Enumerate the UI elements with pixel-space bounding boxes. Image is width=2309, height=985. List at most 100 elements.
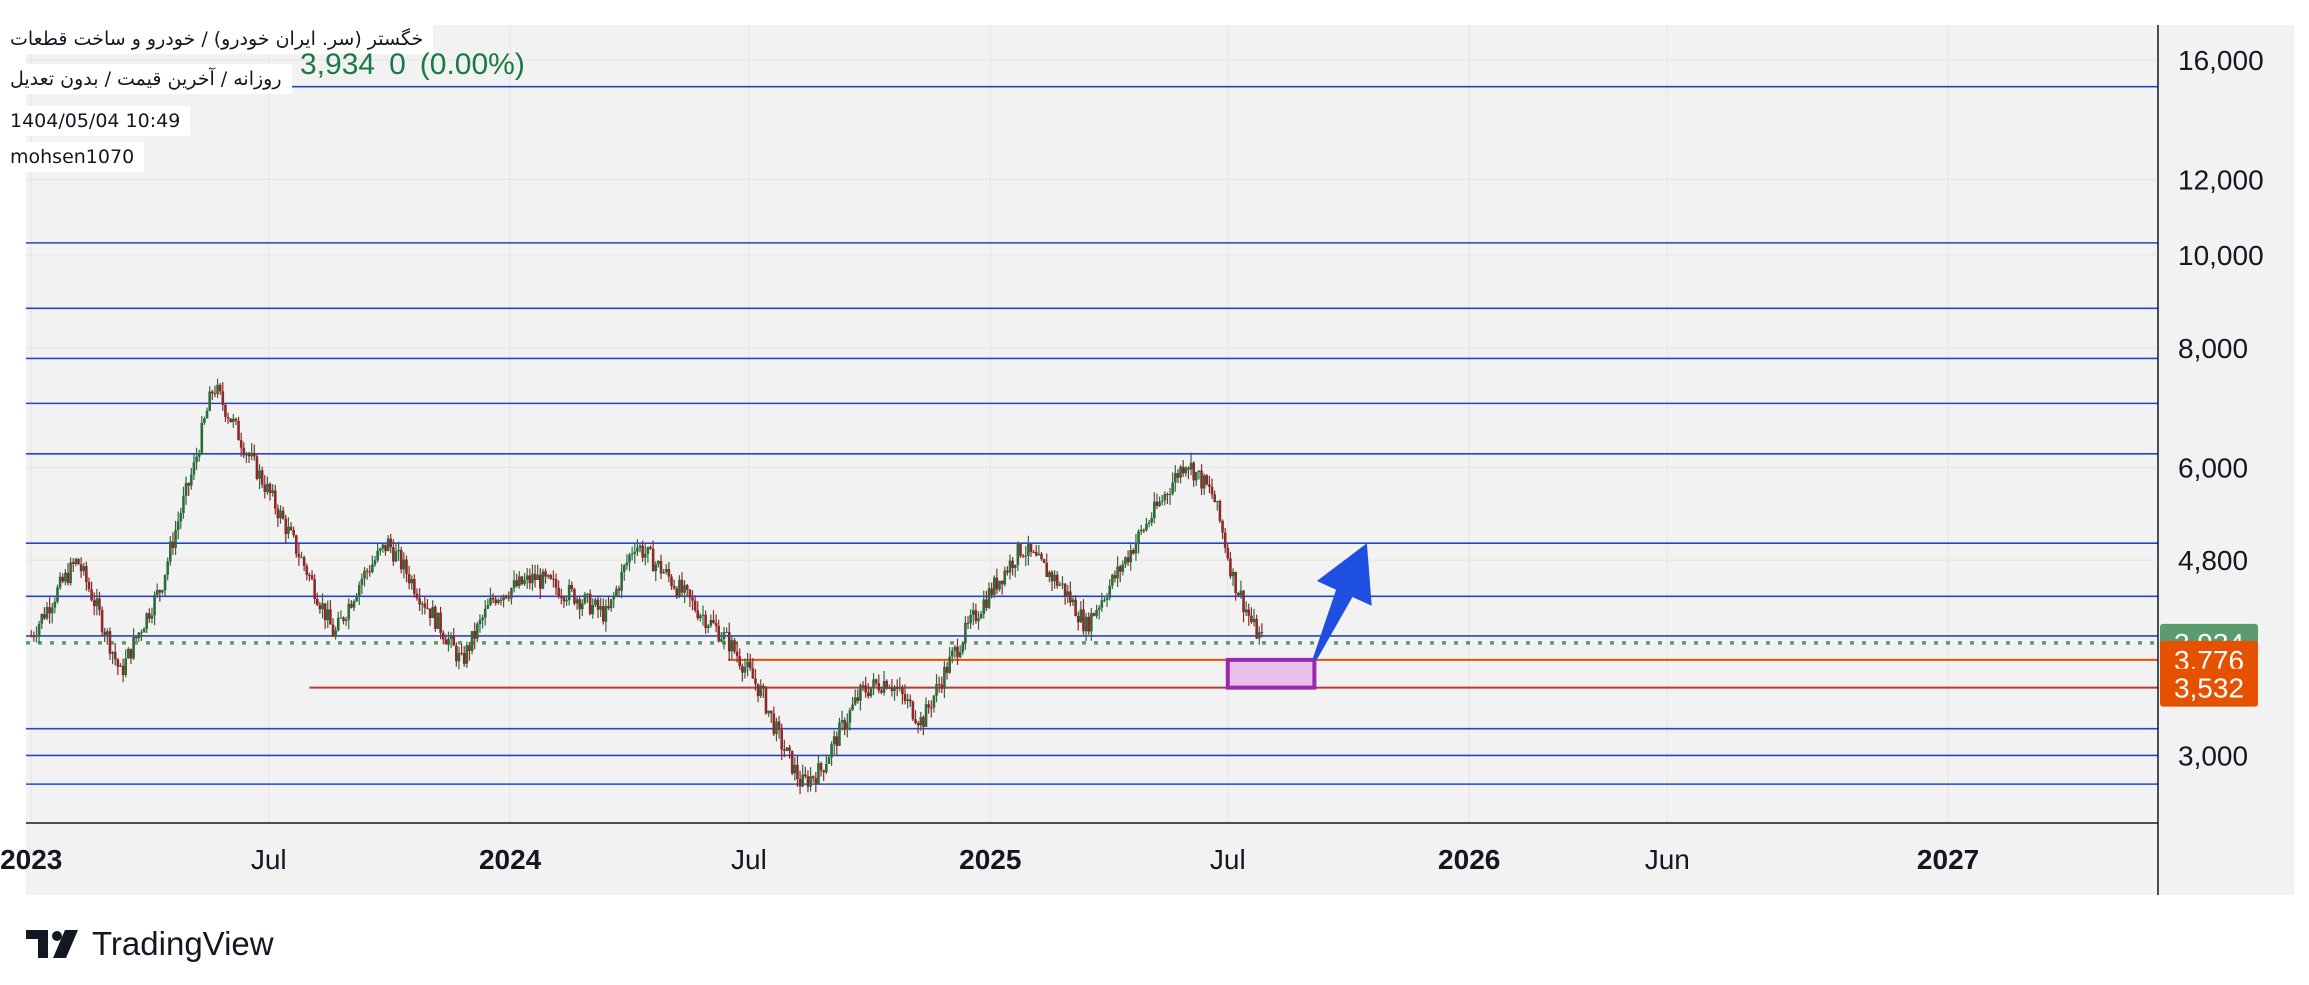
candle-body — [192, 462, 196, 475]
candle-body — [182, 496, 185, 513]
candle-body — [134, 637, 138, 639]
candle-body — [1006, 570, 1009, 573]
candle-body — [1155, 501, 1159, 506]
candle-body — [1158, 501, 1161, 506]
candle-body — [434, 606, 437, 629]
candle-body — [880, 690, 883, 693]
candle-body — [203, 418, 206, 423]
candle-body — [32, 636, 36, 638]
chart[interactable]: 16,000 12,000 10,000 8,000 6,000 4,800 3,000 2… — [0, 0, 2309, 985]
candle-body — [720, 639, 723, 642]
candle-body — [961, 643, 965, 652]
candle-body — [1008, 560, 1012, 573]
candle-body — [79, 564, 83, 572]
x-tick-label: 2026 — [1438, 844, 1500, 875]
candle-body — [741, 666, 744, 673]
candle-body — [208, 391, 211, 411]
candle-body — [903, 694, 907, 702]
candle-body — [1058, 584, 1062, 586]
candle-body — [1223, 532, 1227, 548]
y-tick-label: 4,800 — [2178, 545, 2248, 576]
candle-body — [1129, 549, 1133, 563]
candle-body — [1124, 557, 1127, 565]
candle-body — [664, 569, 668, 573]
candle-body — [103, 631, 107, 635]
candle-body — [861, 685, 865, 687]
candle-body — [252, 452, 256, 457]
candle-body — [1250, 615, 1253, 623]
candle-body — [604, 605, 608, 622]
candle-body — [706, 625, 710, 629]
candle-body — [638, 545, 642, 548]
candle-body — [1174, 473, 1177, 483]
candle-body — [365, 570, 369, 572]
candle-body — [819, 763, 823, 771]
candle-body — [1242, 590, 1245, 613]
candle-body — [1160, 500, 1164, 502]
candle-body — [678, 579, 681, 597]
candle-body — [397, 549, 400, 552]
candle-body — [780, 729, 784, 750]
candle-body — [1187, 467, 1190, 470]
candle-body — [974, 610, 978, 622]
candle-body — [1145, 523, 1148, 531]
candle-body — [872, 679, 875, 688]
candle-body — [392, 547, 395, 562]
candle-body — [578, 599, 581, 610]
candle-body — [594, 599, 597, 606]
candle-body — [651, 548, 655, 572]
candle-body — [727, 631, 731, 652]
candle-body — [725, 631, 728, 633]
brand[interactable]: TradingView — [26, 925, 274, 963]
candle-body — [596, 599, 600, 610]
plot-area[interactable] — [26, 25, 2294, 895]
candle-body — [287, 526, 290, 534]
candle-body — [1221, 520, 1224, 533]
candle-body — [567, 585, 571, 601]
candle-body — [654, 564, 658, 572]
candle-body — [580, 603, 584, 610]
candle-body — [106, 631, 109, 635]
candle-body — [932, 695, 936, 708]
candle-body — [415, 593, 419, 599]
candle-body — [40, 614, 44, 624]
candle-body — [916, 723, 920, 726]
candle-body — [636, 547, 639, 552]
candle-body — [221, 391, 225, 405]
candle-body — [1210, 486, 1214, 495]
candle-body — [281, 510, 285, 519]
candle-body — [622, 565, 626, 572]
candle-body — [985, 599, 988, 608]
candle-body — [1137, 531, 1140, 544]
candle-body — [945, 666, 949, 673]
candle-body — [174, 530, 177, 548]
candle-body — [436, 612, 440, 629]
candle-body — [258, 470, 261, 479]
candle-body — [620, 571, 623, 591]
candle-body — [675, 588, 679, 597]
candle-body — [987, 588, 991, 608]
candle-body — [712, 619, 715, 623]
candle-body — [502, 595, 505, 601]
candle-body — [1034, 551, 1038, 556]
candle-body — [71, 562, 75, 565]
candle-body — [405, 559, 408, 574]
candle-body — [898, 687, 902, 689]
candle-body — [323, 603, 327, 621]
candle-body — [940, 684, 944, 689]
candle-body — [331, 624, 335, 637]
candle-body — [190, 474, 193, 486]
candle-body — [607, 605, 610, 609]
candle-body — [87, 581, 91, 590]
candle-body — [376, 550, 379, 561]
candle-body — [670, 576, 673, 586]
candle-body — [413, 578, 416, 594]
candle-body — [284, 518, 288, 534]
candle-body — [268, 483, 272, 494]
candle-body — [1179, 466, 1182, 478]
candle-body — [428, 608, 432, 619]
candle-body — [132, 637, 135, 659]
candle-body — [297, 553, 301, 558]
demand-zone[interactable] — [1225, 657, 1317, 690]
candle-body — [612, 595, 616, 600]
